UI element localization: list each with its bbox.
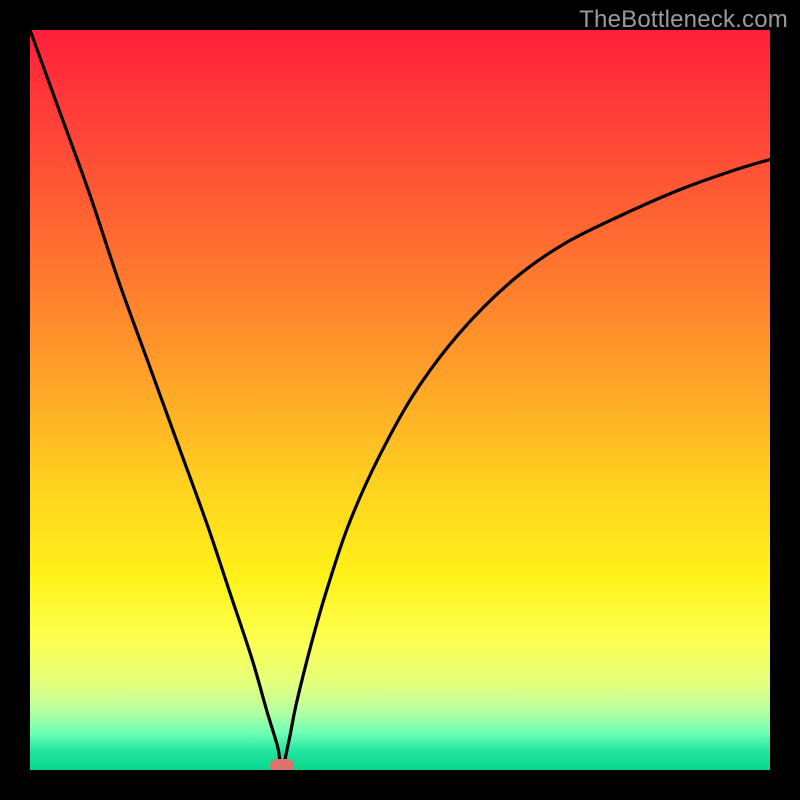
attribution-text: TheBottleneck.com: [579, 6, 788, 34]
plot-area: [30, 30, 770, 770]
chart-frame: TheBottleneck.com: [0, 0, 800, 800]
optimal-point-marker: [270, 759, 294, 770]
bottleneck-curve: [30, 30, 770, 770]
